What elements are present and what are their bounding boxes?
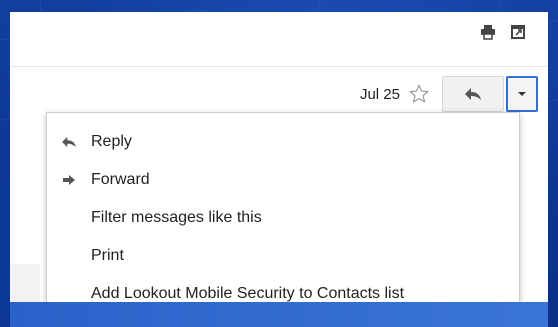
print-icon[interactable] — [480, 24, 496, 40]
menu-item-label: Forward — [91, 171, 150, 188]
message-actions: Jul 25 — [360, 76, 538, 112]
reply-arrow-icon — [47, 136, 91, 148]
menu-item-filter-messages[interactable]: Filter messages like this — [47, 199, 519, 237]
reply-arrow-icon — [465, 88, 481, 100]
more-options-menu: Reply Forward Filter messages like this … — [46, 112, 520, 302]
forward-arrow-icon — [47, 174, 91, 186]
menu-item-forward[interactable]: Forward — [47, 161, 519, 199]
header-divider — [10, 66, 548, 67]
top-actions — [480, 24, 526, 40]
menu-item-label: Filter messages like this — [91, 209, 262, 226]
open-in-new-window-icon[interactable] — [510, 24, 526, 40]
panel-edge — [10, 264, 40, 302]
star-outline-icon[interactable] — [408, 83, 430, 105]
reply-button[interactable] — [442, 76, 504, 112]
message-date: Jul 25 — [359, 85, 400, 103]
bottom-strip — [10, 302, 548, 327]
email-panel: Jul 25 Reply Forward Filter messages lik… — [10, 12, 548, 302]
caret-down-icon — [518, 92, 526, 96]
menu-item-label: Reply — [91, 133, 132, 150]
menu-item-label: Print — [91, 247, 124, 264]
menu-item-print[interactable]: Print — [47, 237, 519, 275]
more-options-button[interactable] — [506, 76, 538, 112]
menu-item-reply[interactable]: Reply — [47, 123, 519, 161]
menu-item-add-to-contacts[interactable]: Add Lookout Mobile Security to Contacts … — [47, 275, 519, 302]
menu-item-label: Add Lookout Mobile Security to Contacts … — [91, 285, 405, 302]
